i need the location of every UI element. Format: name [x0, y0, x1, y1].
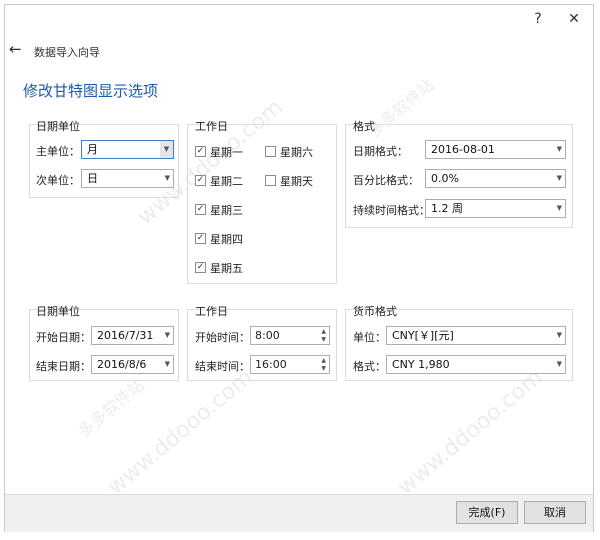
date-range-group-title: 日期单位	[36, 305, 80, 318]
close-button[interactable]: ✕	[563, 9, 585, 29]
chevron-down-icon[interactable]: ▼	[321, 336, 326, 343]
start-date-picker[interactable]: 2016/7/31 ▼	[91, 326, 174, 345]
chevron-up-icon[interactable]: ▲	[321, 328, 326, 335]
format-group-title: 格式	[353, 120, 375, 133]
end-date-picker[interactable]: 2016/8/6 ▼	[91, 355, 174, 374]
chevron-down-icon: ▼	[556, 204, 562, 212]
checkbox-sunday-label: 星期天	[280, 175, 313, 188]
end-date-value: 2016/8/6	[97, 358, 147, 371]
end-date-label: 结束日期：	[36, 360, 91, 373]
chevron-down-icon[interactable]: ▼	[321, 365, 326, 372]
duration-format-label: 持续时间格式：	[353, 204, 430, 217]
sub-unit-value: 日	[87, 172, 98, 185]
finish-button[interactable]: 完成(F)	[456, 501, 518, 524]
sub-unit-label: 次单位：	[36, 174, 80, 187]
back-arrow-icon[interactable]: ←	[9, 40, 22, 58]
end-time-label: 结束时间：	[195, 360, 250, 373]
checkbox-friday-label: 星期五	[210, 262, 243, 275]
main-unit-label: 主单位：	[36, 145, 80, 158]
workdays-group-title: 工作日	[195, 120, 228, 133]
currency-unit-label: 单位：	[353, 331, 386, 344]
checkbox-saturday[interactable]	[265, 146, 276, 157]
checkbox-tuesday-label: 星期二	[210, 175, 243, 188]
worktime-group-title: 工作日	[195, 305, 228, 318]
checkbox-sunday[interactable]	[265, 175, 276, 186]
date-format-label: 日期格式：	[353, 145, 408, 158]
currency-format-value: CNY 1,980	[392, 358, 450, 371]
checkbox-thursday[interactable]: ✓	[195, 233, 206, 244]
currency-unit-select[interactable]: CNY[￥][元] ▼	[386, 326, 566, 345]
chevron-down-icon: ▼	[556, 145, 562, 153]
checkbox-wednesday-label: 星期三	[210, 204, 243, 217]
date-format-select[interactable]: 2016-08-01 ▼	[425, 140, 566, 159]
main-unit-select[interactable]: 月 ▼	[81, 140, 174, 159]
end-time-value: 16:00	[255, 358, 287, 371]
chevron-down-icon: ▼	[556, 360, 562, 368]
duration-format-select[interactable]: 1.2 周 ▼	[425, 199, 566, 218]
start-time-stepper[interactable]: 8:00 ▲ ▼	[250, 326, 330, 345]
checkbox-friday[interactable]: ✓	[195, 262, 206, 273]
currency-format-label: 格式：	[353, 360, 386, 373]
chevron-down-icon: ▼	[160, 141, 173, 158]
checkbox-monday[interactable]: ✓	[195, 146, 206, 157]
currency-unit-value: CNY[￥][元]	[392, 329, 454, 342]
start-time-value: 8:00	[255, 329, 280, 342]
currency-group-title: 货币格式	[353, 305, 397, 318]
checkbox-tuesday[interactable]: ✓	[195, 175, 206, 186]
date-format-value: 2016-08-01	[431, 143, 495, 156]
chevron-down-icon: ▼	[556, 174, 562, 182]
page-title: 修改甘特图显示选项	[23, 82, 159, 100]
end-time-stepper[interactable]: 16:00 ▲ ▼	[250, 355, 330, 374]
chevron-down-icon: ▼	[164, 360, 170, 368]
cancel-button[interactable]: 取消	[524, 501, 586, 524]
start-time-label: 开始时间：	[195, 331, 250, 344]
chevron-down-icon: ▼	[164, 331, 170, 339]
sub-unit-select[interactable]: 日 ▼	[81, 169, 174, 188]
chevron-down-icon: ▼	[556, 331, 562, 339]
percent-format-select[interactable]: 0.0% ▼	[425, 169, 566, 188]
breadcrumb: 数据导入向导	[34, 46, 100, 59]
help-button[interactable]: ?	[527, 9, 549, 29]
date-unit-group-title: 日期单位	[36, 120, 80, 133]
start-date-label: 开始日期：	[36, 331, 91, 344]
currency-format-select[interactable]: CNY 1,980 ▼	[386, 355, 566, 374]
chevron-down-icon: ▼	[164, 174, 170, 182]
percent-format-label: 百分比格式：	[353, 174, 419, 187]
percent-format-value: 0.0%	[431, 172, 459, 185]
start-date-value: 2016/7/31	[97, 329, 154, 342]
chevron-up-icon[interactable]: ▲	[321, 357, 326, 364]
checkbox-thursday-label: 星期四	[210, 233, 243, 246]
checkbox-saturday-label: 星期六	[280, 146, 313, 159]
duration-format-value: 1.2 周	[431, 202, 463, 215]
checkbox-monday-label: 星期一	[210, 146, 243, 159]
main-unit-value: 月	[87, 143, 98, 156]
checkbox-wednesday[interactable]: ✓	[195, 204, 206, 215]
